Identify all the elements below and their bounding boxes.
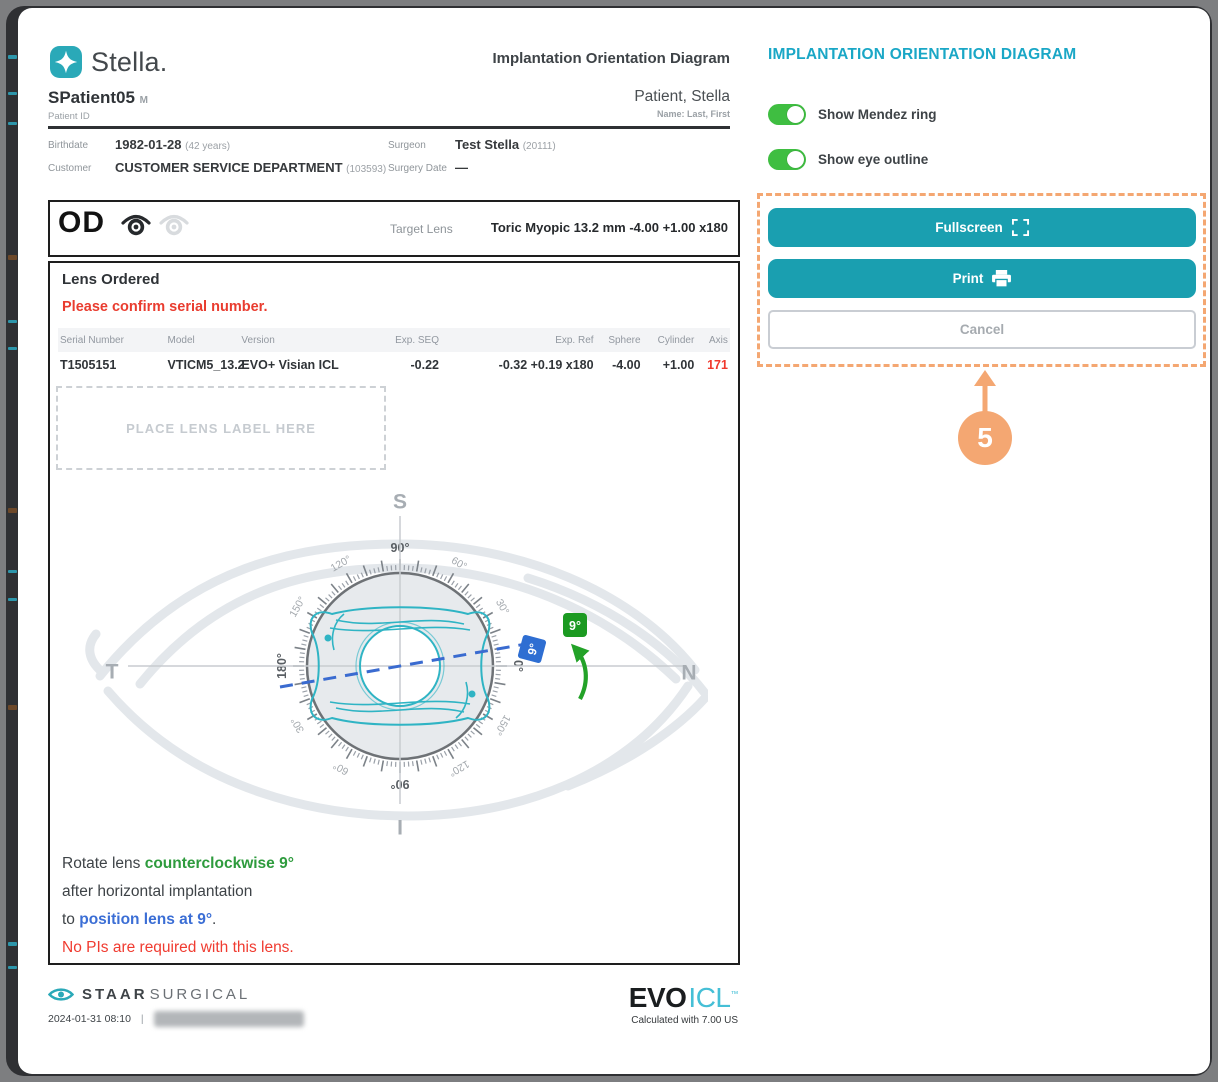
col-serial-number: Serial Number <box>58 335 166 346</box>
patient-id: SPatient05 M <box>48 88 148 108</box>
cell-cylinder: +1.00 <box>643 358 697 372</box>
mendez-ring-toggle-switch[interactable] <box>768 104 806 125</box>
fullscreen-button[interactable]: Fullscreen <box>768 208 1196 247</box>
evo-text: EVO <box>629 982 687 1013</box>
serial-warning: Please confirm serial number. <box>62 299 268 315</box>
cell-model: VTICM5_13.2 <box>166 358 240 372</box>
print-icon <box>992 270 1011 287</box>
cancel-button-label: Cancel <box>960 322 1004 337</box>
toggle-label: Show Mendez ring <box>818 107 937 122</box>
staar-eye-icon <box>48 986 74 1003</box>
col-exp-ref: Exp. Ref <box>441 335 596 346</box>
col-version: Version <box>239 335 373 346</box>
lens-ordered-title: Lens Ordered <box>62 271 160 288</box>
orientation-diagram: 0°30°60°90°120°150°180°30°60°90°120°150°… <box>48 486 708 852</box>
patient-sex: M <box>140 95 148 106</box>
instruction-line-1: Rotate lens counterclockwise 9° <box>62 850 294 878</box>
stella-logo: Stella. <box>50 46 167 78</box>
toggle-knob <box>787 106 804 123</box>
patient-name: Patient, Stella <box>430 88 730 106</box>
surgery-date-label: Surgery Date <box>388 163 447 174</box>
fullscreen-button-label: Fullscreen <box>935 220 1003 235</box>
birthdate-label: Birthdate <box>48 140 88 151</box>
step-number: 5 <box>977 422 993 454</box>
evo-icl-logo: EVOICL™ Calculated with 7.00 US <box>555 982 738 1026</box>
compass-superior: S <box>393 491 407 514</box>
eye-outline-toggle-switch[interactable] <box>768 149 806 170</box>
col-cylinder: Cylinder <box>643 335 697 346</box>
header-divider <box>48 126 730 129</box>
instruction-line-4: No PIs are required with this lens. <box>62 934 294 962</box>
patient-name-hint: Name: Last, First <box>430 109 730 119</box>
ring-degree-label: 30° <box>289 715 307 735</box>
compass-nasal: N <box>681 662 696 685</box>
cell-version: EVO+ Visian ICL <box>239 358 373 372</box>
print-button[interactable]: Print <box>768 259 1196 298</box>
stella-logo-icon <box>50 46 82 78</box>
toggle-label: Show eye outline <box>818 152 928 167</box>
lens-orientation-mark <box>469 691 476 698</box>
panel-title: IMPLANTATION ORIENTATION DIAGRAM <box>768 46 1076 64</box>
brand-name: Stella. <box>91 47 167 78</box>
step-number-badge: 5 <box>958 411 1012 465</box>
toggle-knob <box>787 151 804 168</box>
report-timestamp-row: 2024-01-31 08:10 | <box>48 1011 304 1027</box>
eye-side-value: OD <box>58 206 105 240</box>
cell-axis: 171 <box>696 358 730 372</box>
col-model: Model <box>166 335 240 346</box>
rotation-badge: 9° <box>563 613 587 637</box>
col-axis: Axis <box>696 335 730 346</box>
lens-label-placeholder: PLACE LENS LABEL HERE <box>56 386 386 470</box>
ring-degree-label: 30° <box>493 597 511 617</box>
cell-exp-ref: -0.32 +0.19 x180 <box>441 358 596 372</box>
screen: Stella. Implantation Orientation Diagram… <box>0 0 1218 1082</box>
os-eye-icon[interactable] <box>158 212 190 238</box>
staar-surgical-logo: STAAR SURGICAL <box>48 986 250 1003</box>
compass-temporal: T <box>106 661 119 684</box>
calculation-version-note: Calculated with 7.00 US <box>555 1015 738 1026</box>
cell-sphere: -4.00 <box>596 358 643 372</box>
cell-exp-seq: -0.22 <box>374 358 441 372</box>
col-sphere: Sphere <box>596 335 643 346</box>
fullscreen-icon <box>1012 219 1029 236</box>
rotation-instructions: Rotate lens counterclockwise 9° after ho… <box>62 850 294 962</box>
birthdate-value: 1982-01-28 (42 years) <box>115 137 230 152</box>
patient-id-label: Patient ID <box>48 111 90 122</box>
lens-label-placeholder-text: PLACE LENS LABEL HERE <box>126 421 316 436</box>
od-eye-icon[interactable] <box>120 212 152 238</box>
svg-text:9°: 9° <box>569 619 581 633</box>
ring-degree-label: 120° <box>447 758 472 779</box>
staar-light-text: SURGICAL <box>150 986 251 1003</box>
step-annotation-arrow <box>967 369 1003 413</box>
rotation-arrow <box>574 647 586 699</box>
redacted-user-name <box>154 1011 304 1027</box>
lens-orientation-mark <box>325 635 332 642</box>
col-exp-seq: Exp. SEQ <box>374 335 441 346</box>
report-timestamp: 2024-01-31 08:10 <box>48 1013 131 1025</box>
ring-degree-label: 150° <box>287 595 308 620</box>
staar-bold-text: STAAR <box>82 986 148 1003</box>
lens-table-row: T1505151 VTICM5_13.2 EVO+ Visian ICL -0.… <box>58 352 730 378</box>
toggle-show-mendez-ring[interactable]: Show Mendez ring <box>768 104 937 125</box>
customer-value: CUSTOMER SERVICE DEPARTMENT (103593) <box>115 160 386 175</box>
instruction-line-2: after horizontal implantation <box>62 878 294 906</box>
toggle-show-eye-outline[interactable]: Show eye outline <box>768 149 928 170</box>
report-title: Implantation Orientation Diagram <box>380 50 730 67</box>
cancel-button[interactable]: Cancel <box>768 310 1196 349</box>
icl-text: ICL <box>688 982 730 1013</box>
ring-degree-label: 150° <box>492 713 513 738</box>
surgeon-label: Surgeon <box>388 140 426 151</box>
lens-table-header: Serial Number Model Version Exp. SEQ Exp… <box>58 328 730 352</box>
ring-degree-label: 60° <box>331 759 351 777</box>
surgery-date-value: — <box>455 160 468 175</box>
target-lens-value: Toric Myopic 13.2 mm -4.00 +1.00 x180 <box>430 220 728 235</box>
print-button-label: Print <box>953 271 984 286</box>
compass-inferior: I <box>397 817 403 840</box>
surgeon-value: Test Stella (20111) <box>455 137 556 152</box>
customer-label: Customer <box>48 163 91 174</box>
instruction-line-3: to position lens at 9°. <box>62 906 294 934</box>
cell-serial: T1505151 <box>58 358 166 372</box>
